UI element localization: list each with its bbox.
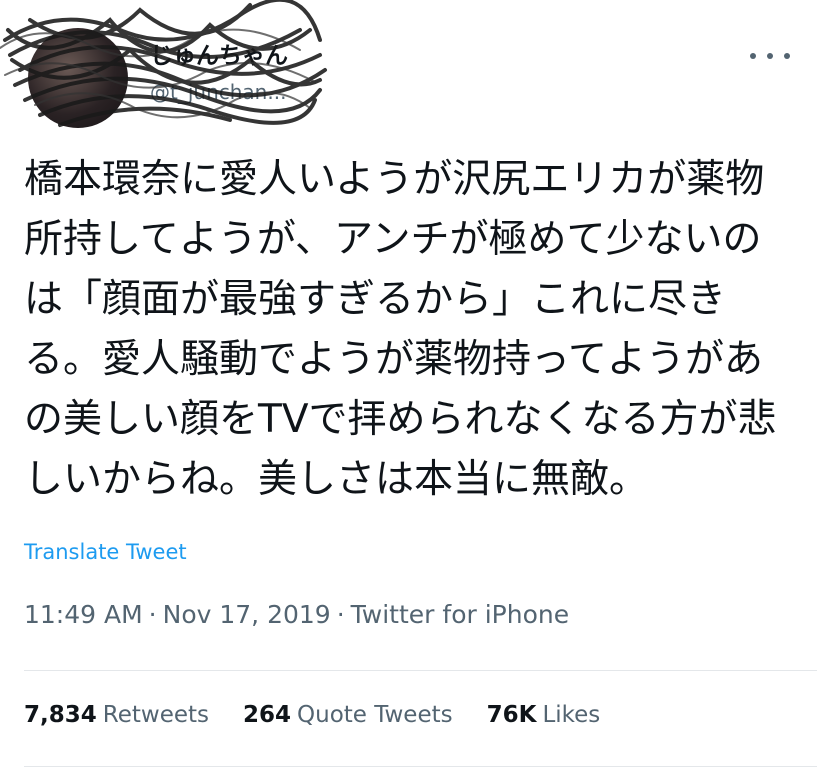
user-handle[interactable]: @t_junchan... xyxy=(150,80,286,104)
quote-tweets-stat[interactable]: 264 Quote Tweets xyxy=(243,702,453,728)
likes-count: 76K xyxy=(486,702,537,728)
tweet-header: じゅんちゃん @t_junchan... xyxy=(0,0,817,150)
meta-separator: · xyxy=(148,600,157,629)
tweet-source[interactable]: Twitter for iPhone xyxy=(351,600,569,629)
tweet-text: 橋本環奈に愛人いようが沢尻エリカが薬物所持してようが、アンチが極めて少ないのは「… xyxy=(24,157,777,502)
tweet-time[interactable]: 11:49 AM xyxy=(24,600,143,629)
meta-separator: · xyxy=(336,600,345,629)
avatar[interactable] xyxy=(28,28,128,128)
likes-stat[interactable]: 76K Likes xyxy=(487,702,601,728)
display-name[interactable]: じゅんちゃん xyxy=(150,36,288,70)
tweet-meta: 11:49 AM · Nov 17, 2019 · Twitter for iPhone xyxy=(24,600,569,629)
retweets-stat[interactable]: 7,834 Retweets xyxy=(24,702,209,728)
retweets-count: 7,834 xyxy=(24,702,97,728)
divider xyxy=(24,766,817,767)
quote-tweets-label: Quote Tweets xyxy=(297,702,453,728)
more-horizontal-icon[interactable] xyxy=(750,44,790,68)
likes-label: Likes xyxy=(542,702,601,728)
tweet-stats: 7,834 Retweets 264 Quote Tweets 76K Likes xyxy=(24,702,600,728)
divider xyxy=(24,670,817,671)
translate-tweet-link[interactable]: Translate Tweet xyxy=(24,540,187,564)
quote-tweets-count: 264 xyxy=(243,702,292,728)
retweets-label: Retweets xyxy=(102,702,209,728)
tweet-date[interactable]: Nov 17, 2019 xyxy=(163,600,331,629)
